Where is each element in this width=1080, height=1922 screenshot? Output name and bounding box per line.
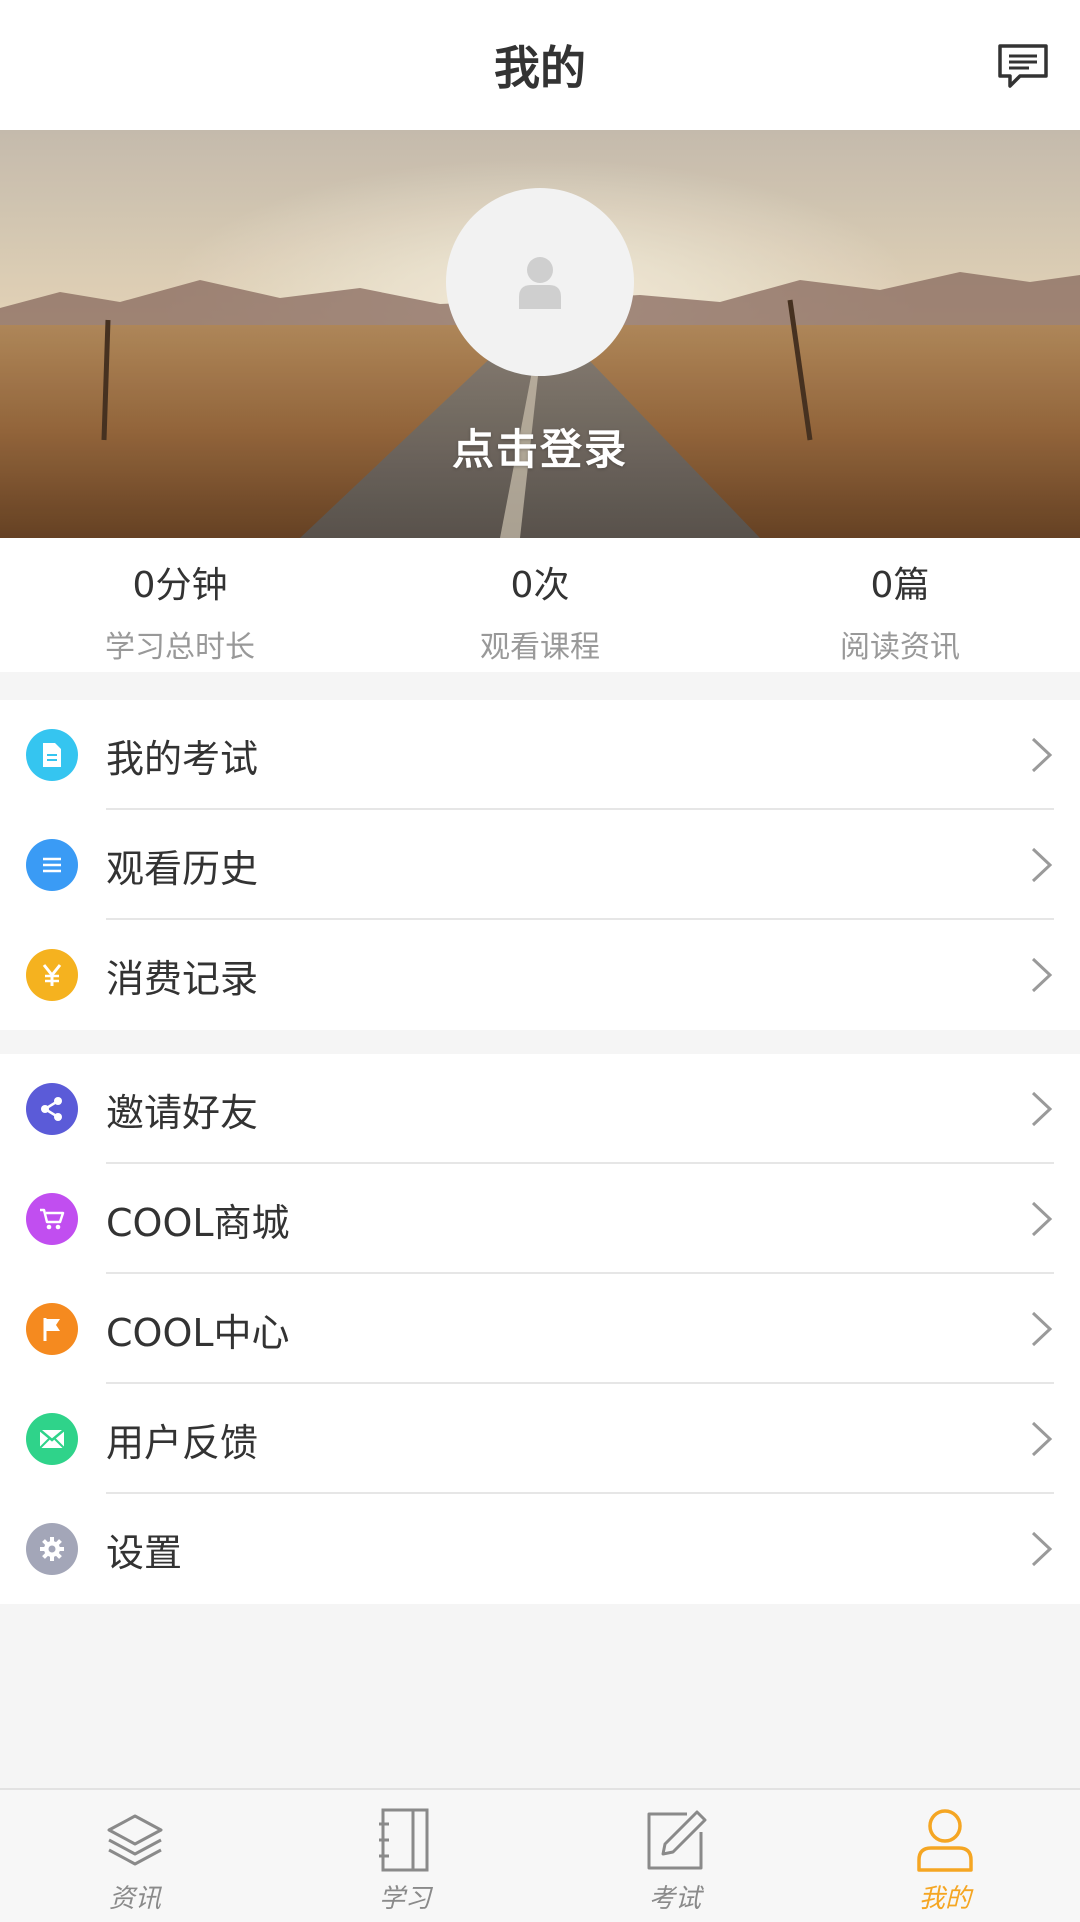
cart-icon (26, 1193, 78, 1245)
flag-icon (26, 1303, 78, 1355)
tab-study[interactable]: 学习 (270, 1790, 540, 1922)
chevron-right-icon (1031, 847, 1053, 883)
menu-group-2: 邀请好友 COOL商城 COOL中心 用户反馈 设置 (0, 1054, 1080, 1604)
stats-row: 0分钟 学习总时长 0次 观看课程 0篇 阅读资讯 (0, 538, 1080, 672)
layers-icon (107, 1814, 163, 1866)
tab-mine[interactable]: 我的 (810, 1790, 1080, 1922)
mail-icon (26, 1413, 78, 1465)
menu-item-label: 观看历史 (106, 846, 259, 891)
avatar[interactable] (446, 188, 634, 376)
menu-item-label: 消费记录 (106, 956, 259, 1001)
share-icon (26, 1083, 78, 1135)
chevron-right-icon (1031, 1531, 1053, 1567)
chevron-right-icon (1031, 957, 1053, 993)
tab-news[interactable]: 资讯 (0, 1790, 270, 1922)
gear-icon (26, 1523, 78, 1575)
menu-item-invite-friends[interactable]: 邀请好友 (0, 1054, 1080, 1164)
chevron-right-icon (1031, 1091, 1053, 1127)
menu-item-my-exams[interactable]: 我的考试 (0, 700, 1080, 810)
stat-label: 阅读资讯 (840, 630, 960, 665)
tab-label: 考试 (648, 1884, 701, 1914)
stat-study-time: 0分钟 学习总时长 (0, 538, 360, 672)
bottom-tab-bar: 资讯 学习 考试 我的 (0, 1788, 1080, 1922)
stat-value: 0篇 (870, 565, 930, 606)
stat-value: 0次 (510, 565, 570, 606)
menu-item-feedback[interactable]: 用户反馈 (0, 1384, 1080, 1494)
menu-item-cool-shop[interactable]: COOL商城 (0, 1164, 1080, 1274)
message-button[interactable] (994, 40, 1052, 94)
profile-banner: 点击登录 (0, 130, 1080, 538)
menu-item-watch-history[interactable]: 观看历史 (0, 810, 1080, 920)
chevron-right-icon (1031, 1311, 1053, 1347)
chevron-right-icon (1031, 1421, 1053, 1457)
tab-label: 学习 (378, 1884, 431, 1914)
menu-item-label: COOL商城 (106, 1200, 290, 1245)
tab-label: 我的 (918, 1884, 971, 1914)
stat-label: 观看课程 (480, 630, 600, 665)
menu-item-label: COOL中心 (106, 1310, 290, 1355)
menu-item-label: 设置 (106, 1530, 183, 1575)
message-icon (998, 44, 1048, 88)
page-title: 我的 (494, 41, 586, 95)
document-icon (26, 729, 78, 781)
stat-articles-read: 0篇 阅读资讯 (720, 538, 1080, 672)
user-placeholder-icon (519, 257, 561, 309)
login-link[interactable]: 点击登录 (0, 416, 1080, 477)
menu-item-settings[interactable]: 设置 (0, 1494, 1080, 1604)
tab-exam[interactable]: 考试 (540, 1790, 810, 1922)
stat-value: 0分钟 (132, 565, 228, 606)
chevron-right-icon (1031, 737, 1053, 773)
list-icon (26, 839, 78, 891)
stat-courses-watched: 0次 观看课程 (360, 538, 720, 672)
menu-item-label: 我的考试 (106, 736, 259, 781)
menu-item-purchase-records[interactable]: 消费记录 (0, 920, 1080, 1030)
chevron-right-icon (1031, 1201, 1053, 1237)
menu-item-label: 邀请好友 (106, 1090, 259, 1135)
top-header: 我的 (0, 0, 1080, 130)
stat-label: 学习总时长 (105, 630, 255, 665)
edit-icon (647, 1810, 707, 1870)
user-icon (917, 1809, 973, 1872)
notebook-icon (379, 1808, 429, 1872)
menu-item-cool-center[interactable]: COOL中心 (0, 1274, 1080, 1384)
menu-item-label: 用户反馈 (106, 1420, 259, 1465)
yen-icon (26, 949, 78, 1001)
tab-label: 资讯 (108, 1884, 161, 1914)
menu-group-1: 我的考试 观看历史 消费记录 (0, 700, 1080, 1030)
